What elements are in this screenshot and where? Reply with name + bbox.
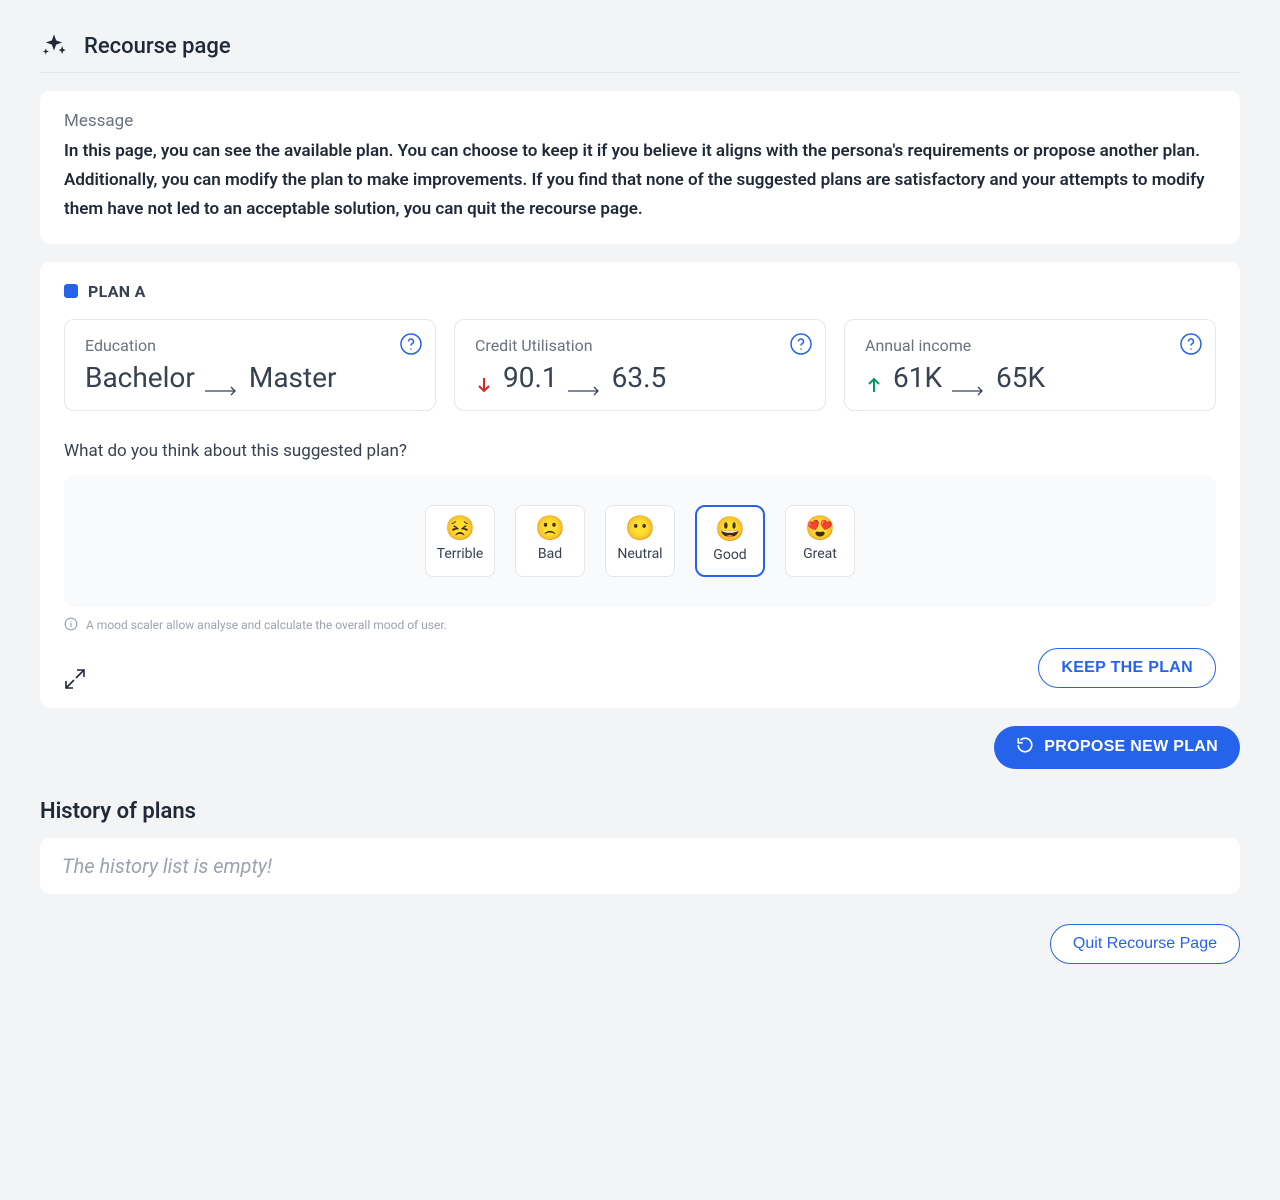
mood-emoji: 😶	[625, 516, 655, 540]
feature-card-credit: Credit Utilisation 90.1 63.5	[454, 319, 826, 411]
mood-label: Good	[713, 547, 746, 563]
mood-label: Great	[803, 546, 837, 562]
feature-title: Credit Utilisation	[475, 336, 805, 355]
feature-title: Education	[85, 336, 415, 355]
feature-to: Master	[249, 361, 337, 394]
mood-emoji: 😣	[445, 516, 475, 540]
feature-from: 90.1	[503, 361, 558, 394]
arrow-right-icon	[205, 371, 239, 383]
info-icon	[64, 617, 78, 634]
mood-bad[interactable]: 🙁 Bad	[515, 505, 585, 577]
feature-row: Education Bachelor Master Credit Utilisa…	[64, 319, 1216, 411]
refresh-icon	[1016, 736, 1034, 759]
feature-to: 65K	[996, 361, 1045, 394]
mood-emoji: 😃	[715, 517, 745, 541]
mood-hint-text: A mood scaler allow analyse and calculat…	[86, 618, 447, 632]
history-empty: The history list is empty!	[40, 838, 1240, 894]
message-card: Message In this page, you can see the av…	[40, 91, 1240, 244]
plan-color-chip	[64, 284, 78, 298]
expand-icon[interactable]	[64, 668, 86, 690]
help-icon[interactable]	[1179, 332, 1203, 356]
feature-title: Annual income	[865, 336, 1195, 355]
feature-from: 61K	[893, 361, 942, 394]
message-label: Message	[64, 111, 1216, 131]
arrow-right-icon	[568, 371, 602, 383]
help-icon[interactable]	[399, 332, 423, 356]
mood-neutral[interactable]: 😶 Neutral	[605, 505, 675, 577]
mood-panel: 😣 Terrible 🙁 Bad 😶 Neutral 😃 Good 😍 Grea…	[64, 475, 1216, 607]
mood-great[interactable]: 😍 Great	[785, 505, 855, 577]
mood-hint: A mood scaler allow analyse and calculat…	[64, 617, 1216, 634]
plan-card: PLAN A Education Bachelor Master Credit …	[40, 262, 1240, 708]
feature-from: Bachelor	[85, 361, 195, 394]
arrow-right-icon	[952, 371, 986, 383]
feature-values: 61K 65K	[865, 361, 1195, 394]
feedback-question: What do you think about this suggested p…	[64, 441, 1216, 461]
message-body: In this page, you can see the available …	[64, 137, 1216, 224]
mood-label: Bad	[538, 546, 562, 562]
feature-values: Bachelor Master	[85, 361, 415, 394]
quit-button[interactable]: Quit Recourse Page	[1050, 924, 1240, 964]
plan-header: PLAN A	[64, 282, 1216, 301]
feature-to: 63.5	[612, 361, 667, 394]
plan-label: PLAN A	[88, 282, 146, 301]
keep-plan-button[interactable]: KEEP THE PLAN	[1038, 648, 1216, 688]
sparkle-icon	[40, 32, 68, 60]
page-header: Recourse page	[40, 20, 1240, 73]
trend-up-icon	[865, 368, 883, 386]
mood-emoji: 😍	[805, 516, 835, 540]
feature-values: 90.1 63.5	[475, 361, 805, 394]
page-title: Recourse page	[84, 34, 231, 59]
mood-label: Terrible	[437, 546, 484, 562]
history-title: History of plans	[40, 799, 1240, 824]
feature-card-education: Education Bachelor Master	[64, 319, 436, 411]
mood-emoji: 🙁	[535, 516, 565, 540]
plan-actions: KEEP THE PLAN	[64, 648, 1216, 688]
mood-terrible[interactable]: 😣 Terrible	[425, 505, 495, 577]
trend-down-icon	[475, 368, 493, 386]
propose-label: PROPOSE NEW PLAN	[1044, 738, 1218, 756]
help-icon[interactable]	[789, 332, 813, 356]
mood-good[interactable]: 😃 Good	[695, 505, 765, 577]
propose-plan-button[interactable]: PROPOSE NEW PLAN	[994, 726, 1240, 769]
propose-row: PROPOSE NEW PLAN	[40, 726, 1240, 769]
quit-row: Quit Recourse Page	[40, 924, 1240, 964]
mood-label: Neutral	[617, 546, 662, 562]
feature-card-income: Annual income 61K 65K	[844, 319, 1216, 411]
